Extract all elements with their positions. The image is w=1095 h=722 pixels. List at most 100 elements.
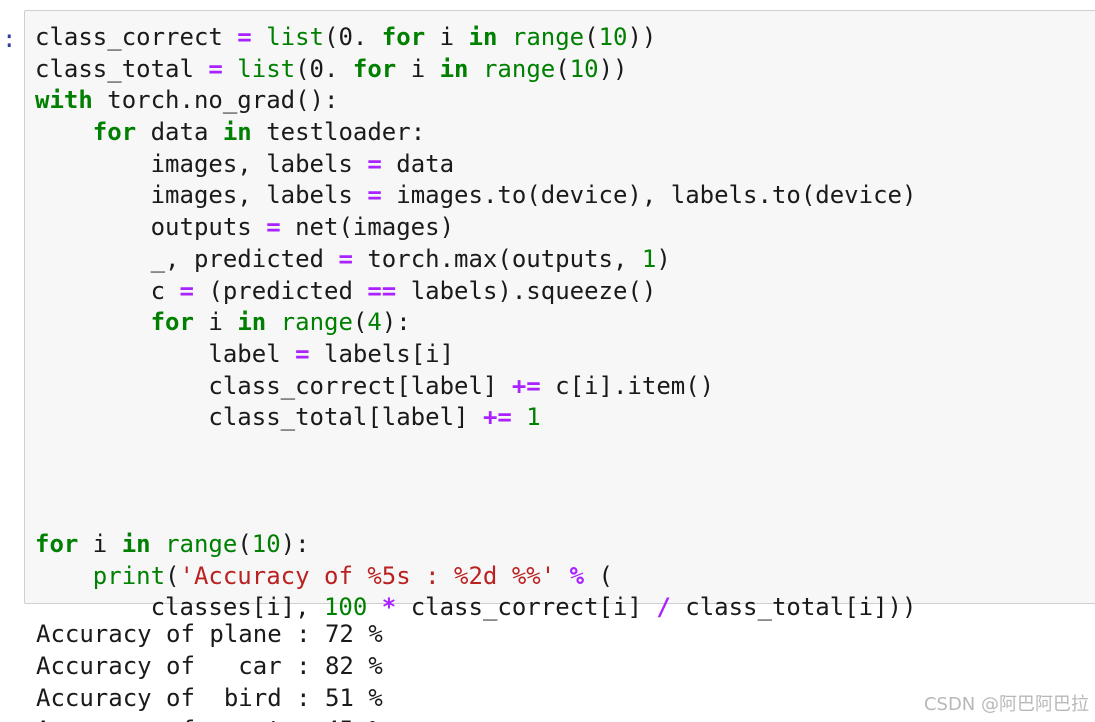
code-token: (predicted	[193, 276, 368, 305]
code-line: c = (predicted == labels).squeeze()	[35, 276, 916, 308]
code-token: for	[381, 23, 426, 51]
code-token: images.to(device), labels.to(device)	[381, 181, 917, 210]
code-token: with	[35, 86, 93, 115]
code-token: range	[482, 54, 556, 83]
code-line: outputs = net(images)	[35, 212, 916, 244]
code-token: c[i].item()	[540, 371, 715, 400]
code-token: i	[425, 23, 469, 51]
code-token: %	[569, 561, 585, 590]
code-token: in	[121, 530, 151, 558]
code-token: =	[237, 23, 252, 51]
code-line: class_total = list(0. for i in range(10)…	[35, 54, 916, 86]
code-token: =	[208, 54, 223, 83]
code-token: 10	[251, 530, 281, 558]
code-token: images, labels	[35, 181, 368, 210]
code-token: class_correct	[35, 23, 238, 51]
code-token: (0.	[295, 54, 353, 83]
code-token: list	[266, 23, 324, 51]
code-token: outputs	[35, 213, 267, 242]
code-line: _, predicted = torch.max(outputs, 1)	[35, 244, 916, 276]
code-token: for	[92, 118, 137, 147]
code-token: in	[222, 118, 252, 147]
code-token: )	[656, 244, 671, 273]
code-token: 1	[526, 403, 541, 432]
code-token: =	[295, 339, 310, 368]
code-line: with torch.no_grad():	[35, 85, 916, 117]
code-token: i	[396, 54, 440, 83]
output-line: Accuracy of bird : 51 %	[36, 684, 383, 712]
code-token: list	[237, 54, 296, 83]
output-line: Accuracy of plane : 72 %	[36, 620, 383, 648]
code-token: for	[352, 54, 397, 83]
code-token: i	[193, 308, 238, 337]
code-token: range	[165, 530, 238, 558]
code-token: c	[35, 276, 180, 305]
code-token: range	[511, 23, 585, 51]
code-token: 4	[367, 308, 382, 337]
code-token: class_correct[label]	[35, 371, 512, 400]
code-token: (	[584, 561, 613, 590]
code-line: label = labels[i]	[35, 339, 916, 371]
cell-output: Accuracy of plane : 72 % Accuracy of car …	[36, 618, 383, 722]
code-token: in	[439, 54, 469, 83]
code-editor[interactable]: class_correct = list(0. for i in range(1…	[35, 22, 916, 624]
code-token: (	[352, 308, 368, 337]
code-token: (	[584, 23, 599, 51]
code-line: for i in range(4):	[35, 307, 916, 339]
code-token: ))	[598, 54, 628, 83]
code-token: print	[92, 561, 166, 590]
code-token: images, labels	[35, 149, 368, 178]
code-line: class_total[label] += 1	[35, 402, 916, 434]
code-token: ):	[280, 530, 310, 558]
code-token: =	[266, 213, 281, 242]
code-token: for	[35, 530, 79, 558]
code-token: testloader:	[251, 118, 426, 147]
code-line: class_correct = list(0. for i in range(1…	[35, 22, 916, 54]
code-token: =	[367, 181, 382, 210]
code-line: for i in range(10):	[35, 529, 916, 561]
code-line: images, labels = images.to(device), labe…	[35, 180, 917, 212]
code-token: label	[35, 339, 296, 368]
cell-prompt: :	[2, 25, 17, 53]
code-token: labels[i]	[309, 339, 455, 368]
code-token: /	[656, 593, 671, 622]
code-line: images, labels = data	[35, 149, 916, 181]
code-token: class_total[i]))	[670, 593, 917, 622]
code-token: data	[136, 118, 223, 147]
code-token: +=	[511, 371, 541, 400]
code-token: ))	[627, 23, 657, 51]
code-token: for	[150, 308, 194, 337]
code-token: torch.max(outputs,	[352, 244, 642, 273]
code-token: _, predicted	[35, 244, 339, 273]
code-token: 'Accuracy of %5s : %2d %%'	[179, 561, 556, 590]
code-line: class_correct[label] += c[i].item()	[35, 371, 916, 403]
code-token: labels).squeeze()	[396, 276, 657, 305]
code-token: net(images)	[280, 213, 455, 242]
code-token: ):	[381, 308, 411, 337]
code-token: +=	[482, 403, 512, 432]
code-token: range	[280, 308, 353, 337]
code-token: in	[237, 308, 267, 337]
code-token: torch.no_grad():	[92, 86, 339, 115]
code-token: (	[237, 530, 252, 558]
output-line: Accuracy of cat : 45 %	[36, 714, 383, 722]
code-token: 10	[598, 23, 628, 51]
code-token: (	[165, 561, 180, 590]
code-token: data	[381, 149, 455, 178]
code-token: i	[78, 530, 122, 558]
code-token: (	[555, 54, 570, 83]
